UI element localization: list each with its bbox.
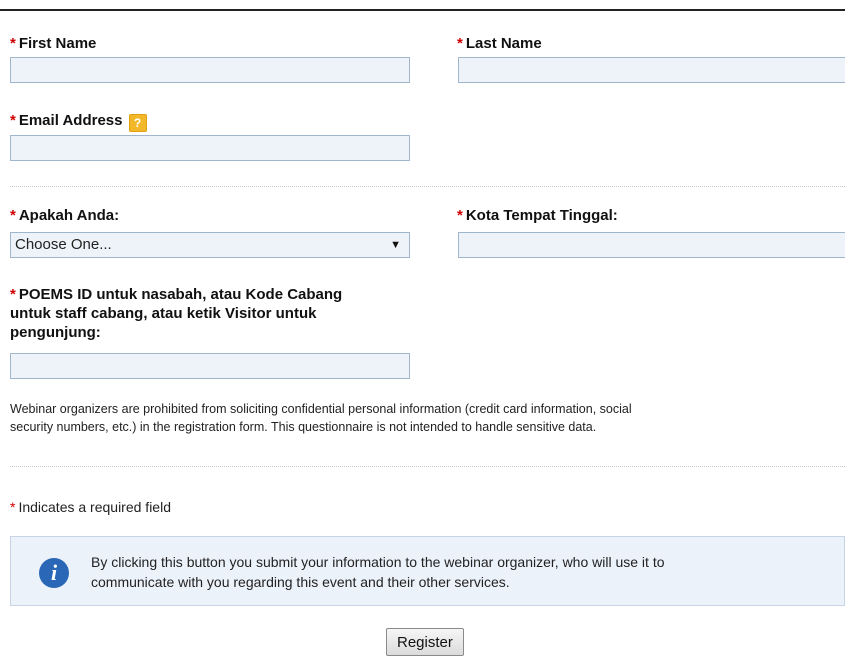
poems-id-label: * POEMS ID untuk nasabah, atau Kode Caban… [10, 286, 343, 341]
kota-input[interactable] [458, 232, 845, 258]
required-marker: * [10, 207, 16, 224]
required-marker: * [457, 207, 463, 224]
section-divider [10, 186, 845, 187]
section-divider [10, 466, 845, 467]
apakah-anda-selected-value: Choose One... [15, 236, 112, 253]
question-help-icon[interactable]: ? [128, 114, 147, 132]
kota-label: * Kota Tempat Tinggal: [457, 207, 618, 224]
info-icon: i [39, 558, 69, 588]
last-name-input[interactable] [458, 57, 845, 83]
consent-info-box: i By clicking this button you submit you… [10, 536, 845, 606]
required-marker: * [10, 499, 16, 515]
consent-text: By clicking this button you submit your … [91, 554, 665, 590]
dropdown-arrow-icon: ▼ [390, 239, 401, 251]
first-name-label: * First Name [10, 35, 97, 52]
required-marker: * [457, 35, 463, 52]
required-marker: * [10, 35, 16, 52]
email-input[interactable] [10, 135, 410, 161]
poems-id-input[interactable] [10, 353, 410, 379]
register-button[interactable]: Register [386, 628, 464, 656]
required-marker: * [10, 286, 16, 303]
last-name-label: * Last Name [457, 35, 542, 52]
apakah-anda-select[interactable]: Choose One... ▼ [10, 232, 410, 258]
apakah-anda-label: * Apakah Anda: [10, 207, 120, 224]
top-divider [0, 9, 845, 11]
required-marker: * [10, 112, 16, 129]
first-name-input[interactable] [10, 57, 410, 83]
privacy-notice: Webinar organizers are prohibited from s… [10, 402, 632, 434]
email-label: * Email Address? [10, 111, 147, 132]
required-field-note: * Indicates a required field [10, 499, 171, 515]
